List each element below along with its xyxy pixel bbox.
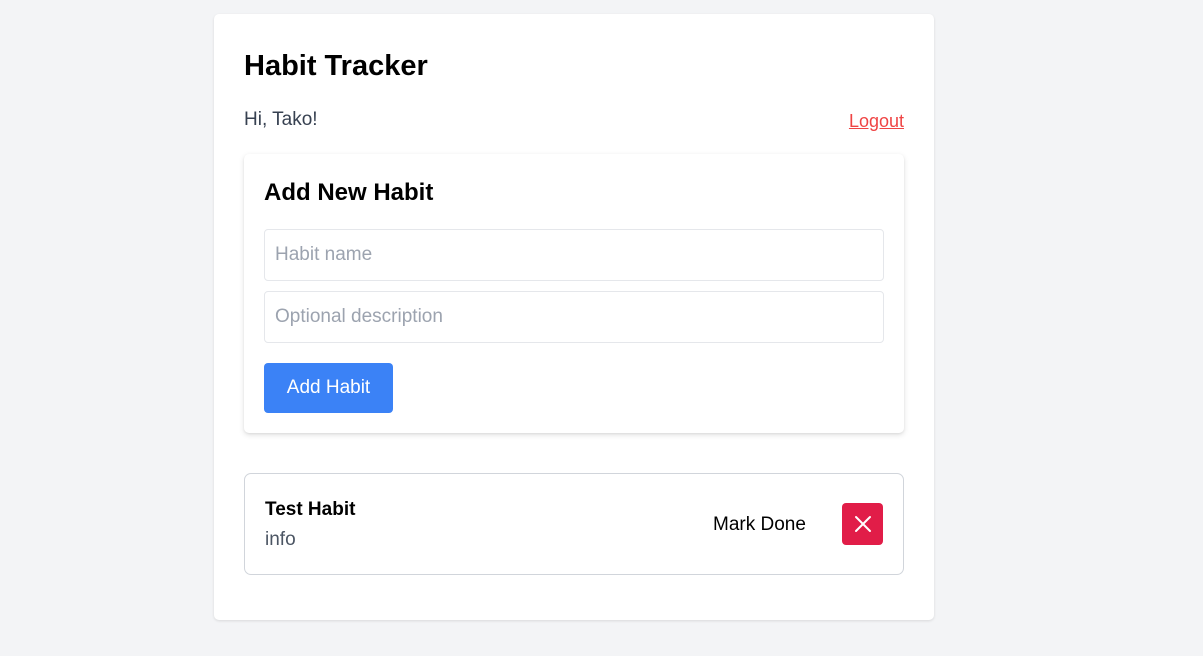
page-title: Habit Tracker bbox=[244, 50, 428, 82]
mark-done-button[interactable]: Mark Done bbox=[713, 514, 806, 536]
habit-name: Test Habit bbox=[265, 499, 356, 520]
delete-habit-button[interactable] bbox=[842, 503, 883, 545]
add-habit-form: Add New Habit Add Habit bbox=[244, 154, 904, 433]
habit-description: info bbox=[265, 529, 296, 550]
main-card: Habit Tracker Hi, Tako! Logout Add New H… bbox=[214, 14, 934, 620]
habit-description-input[interactable] bbox=[264, 291, 884, 343]
habit-name-input[interactable] bbox=[264, 229, 884, 281]
add-habit-button[interactable]: Add Habit bbox=[264, 363, 393, 413]
logout-link[interactable]: Logout bbox=[849, 110, 904, 132]
form-title: Add New Habit bbox=[264, 179, 434, 206]
greeting-text: Hi, Tako! bbox=[244, 109, 318, 130]
page: Habit Tracker Hi, Tako! Logout Add New H… bbox=[0, 0, 1203, 656]
close-icon bbox=[854, 515, 872, 533]
habit-list-item: Test Habit info Mark Done bbox=[244, 473, 904, 575]
